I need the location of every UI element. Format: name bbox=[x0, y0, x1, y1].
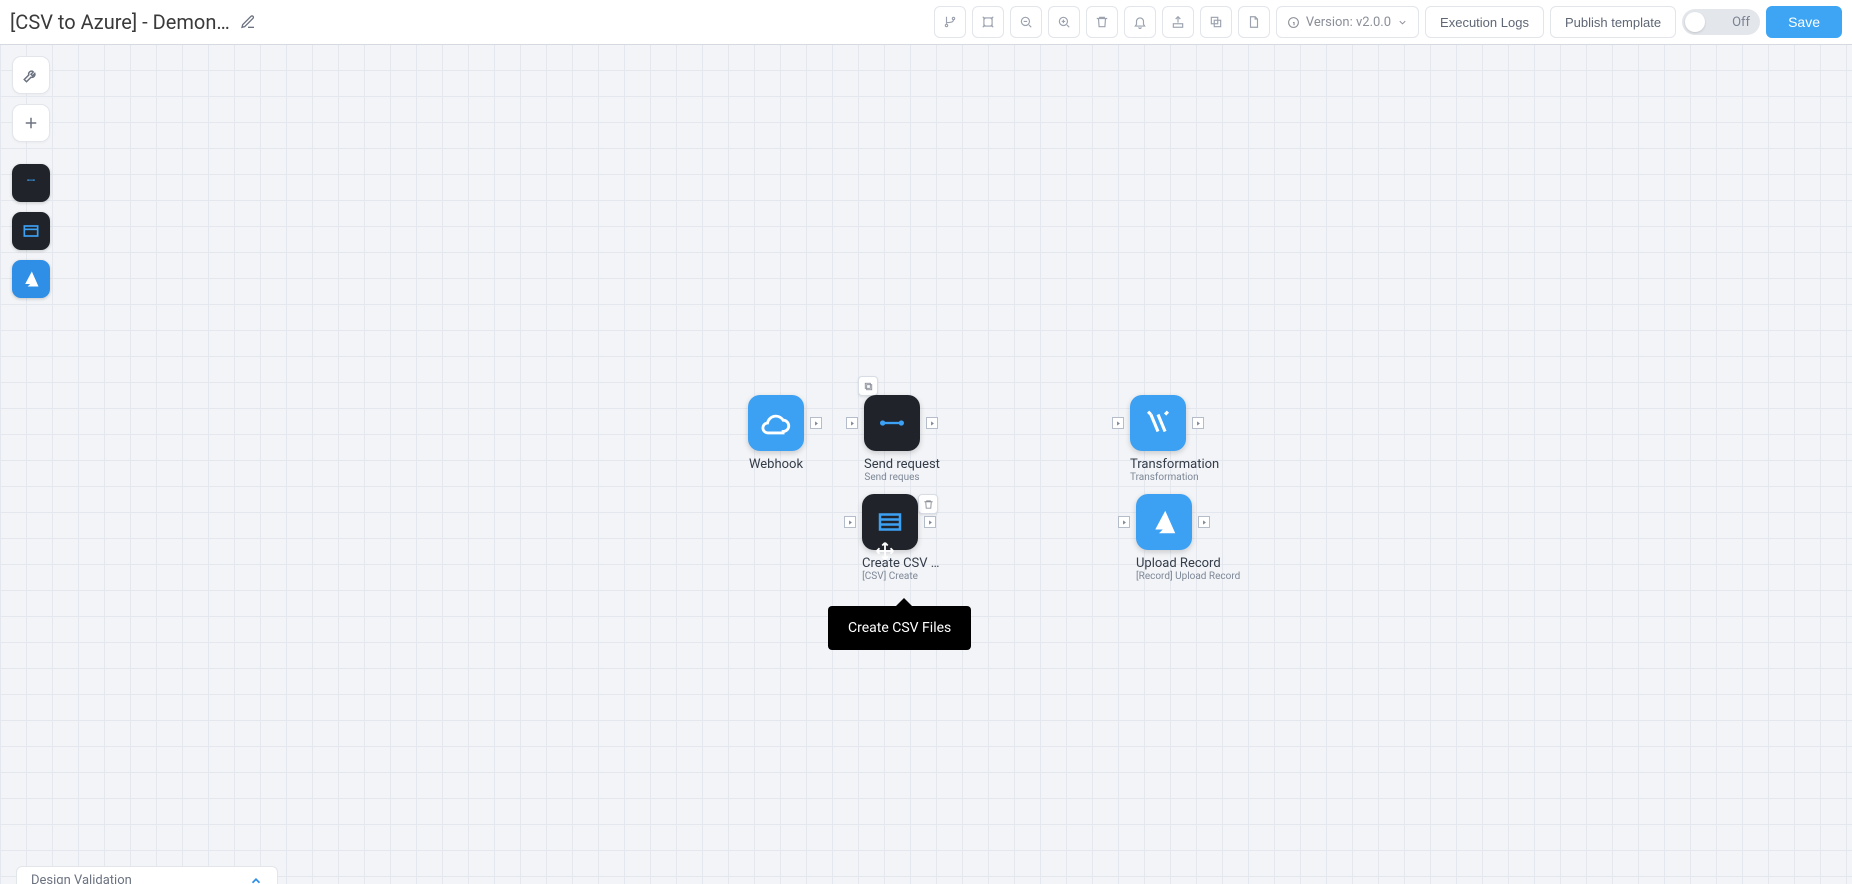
toolbar-right: Version: v2.0.0 Execution Logs Publish t… bbox=[934, 6, 1842, 38]
zoom-out-button[interactable] bbox=[1010, 6, 1042, 38]
node-webhook[interactable]: Webhook bbox=[748, 395, 804, 472]
edit-title-icon[interactable] bbox=[240, 14, 256, 30]
port-in[interactable] bbox=[1118, 516, 1130, 528]
page-title: [CSV to Azure] - Demon… bbox=[10, 10, 230, 34]
port-out[interactable] bbox=[1198, 516, 1210, 528]
node-transformation-box[interactable] bbox=[1130, 395, 1186, 451]
node-webhook-box[interactable] bbox=[748, 395, 804, 451]
node-send-request-label: Send request bbox=[864, 457, 920, 472]
version-selector[interactable]: Version: v2.0.0 bbox=[1276, 6, 1419, 38]
port-out[interactable] bbox=[924, 516, 936, 528]
node-send-request-sub: Send reques bbox=[864, 472, 920, 483]
node-upload-record-sub: [Record] Upload Record bbox=[1136, 571, 1192, 582]
lambda-icon bbox=[1141, 406, 1175, 440]
toggle-label: Off bbox=[1732, 15, 1750, 30]
http-icon bbox=[875, 416, 909, 430]
node-duplicate-icon[interactable] bbox=[858, 376, 878, 396]
wrench-icon bbox=[22, 66, 40, 84]
save-button[interactable]: Save bbox=[1766, 6, 1842, 38]
node-upload-record[interactable]: Upload Record [Record] Upload Record bbox=[1136, 494, 1192, 582]
node-create-csv[interactable]: Create CSV … [CSV] Create bbox=[862, 494, 918, 582]
node-webhook-label: Webhook bbox=[748, 457, 804, 472]
node-upload-record-box[interactable] bbox=[1136, 494, 1192, 550]
node-create-csv-sub: [CSV] Create bbox=[862, 571, 918, 582]
plus-icon bbox=[22, 114, 40, 132]
node-transformation-sub: Transformation bbox=[1130, 472, 1186, 483]
delete-button[interactable] bbox=[1086, 6, 1118, 38]
activation-toggle[interactable]: Off bbox=[1682, 9, 1760, 35]
palette-azure-node[interactable] bbox=[12, 260, 50, 298]
info-icon bbox=[1287, 16, 1300, 29]
chevron-down-icon bbox=[1397, 17, 1408, 28]
palette-http-node[interactable] bbox=[12, 164, 50, 202]
export-button[interactable] bbox=[1162, 6, 1194, 38]
chevron-up-icon bbox=[249, 874, 263, 884]
table-icon bbox=[875, 507, 905, 537]
node-delete-icon[interactable] bbox=[918, 494, 938, 514]
port-out[interactable] bbox=[810, 417, 822, 429]
version-label: Version: v2.0.0 bbox=[1306, 15, 1391, 30]
port-out[interactable] bbox=[926, 417, 938, 429]
node-send-request-box[interactable] bbox=[864, 395, 920, 451]
node-create-csv-label: Create CSV … bbox=[862, 556, 918, 571]
flow-canvas[interactable]: Webhook Send request Send reques Transfo… bbox=[0, 44, 1852, 884]
new-file-button[interactable] bbox=[1238, 6, 1270, 38]
add-node-button[interactable] bbox=[12, 104, 50, 142]
azure-icon bbox=[1149, 507, 1179, 537]
node-create-csv-box[interactable] bbox=[862, 494, 918, 550]
publish-template-button[interactable]: Publish template bbox=[1550, 6, 1676, 38]
node-palette bbox=[12, 56, 50, 298]
fit-view-button[interactable] bbox=[972, 6, 1004, 38]
port-out[interactable] bbox=[1192, 417, 1204, 429]
tooltip-create-csv: Create CSV Files bbox=[828, 606, 971, 650]
branch-icon-button[interactable] bbox=[934, 6, 966, 38]
tools-button[interactable] bbox=[12, 56, 50, 94]
design-validation-label: Design Validation bbox=[31, 873, 132, 884]
copy-button[interactable] bbox=[1200, 6, 1232, 38]
execution-logs-button[interactable]: Execution Logs bbox=[1425, 6, 1544, 38]
notifications-button[interactable] bbox=[1124, 6, 1156, 38]
node-transformation-label: Transformation bbox=[1130, 457, 1186, 472]
node-send-request[interactable]: Send request Send reques bbox=[864, 395, 920, 483]
cloud-icon bbox=[759, 406, 793, 440]
node-transformation[interactable]: Transformation Transformation bbox=[1130, 395, 1186, 483]
node-upload-record-label: Upload Record bbox=[1136, 556, 1192, 571]
port-in[interactable] bbox=[1112, 417, 1124, 429]
zoom-in-button[interactable] bbox=[1048, 6, 1080, 38]
top-toolbar: [CSV to Azure] - Demon… Version: v2.0.0 … bbox=[0, 0, 1852, 44]
design-validation-panel[interactable]: Design Validation bbox=[16, 866, 278, 884]
palette-csv-node[interactable] bbox=[12, 212, 50, 250]
port-in[interactable] bbox=[844, 516, 856, 528]
port-in[interactable] bbox=[846, 417, 858, 429]
